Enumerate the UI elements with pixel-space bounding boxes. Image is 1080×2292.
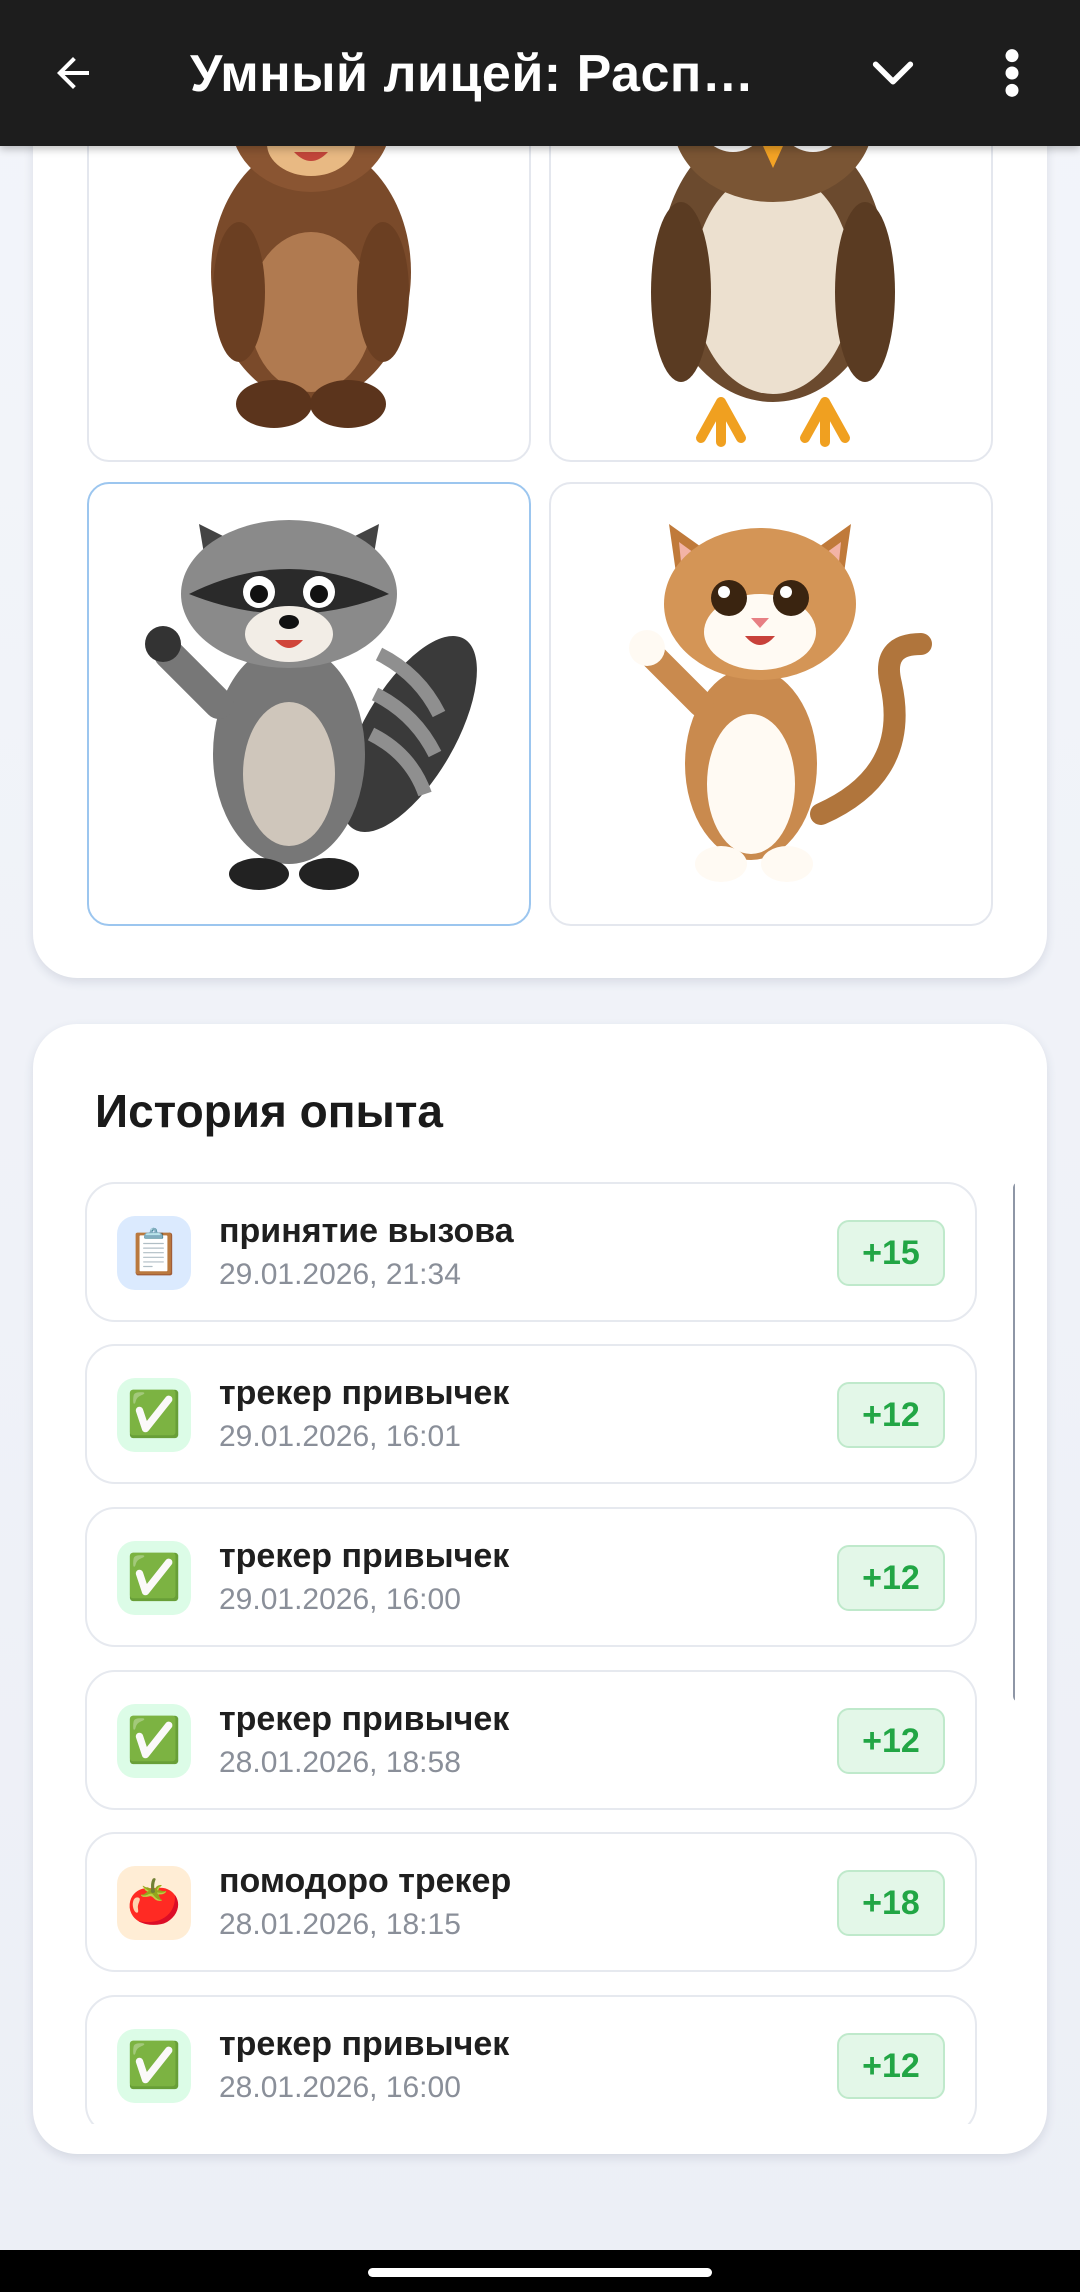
xp-badge: +15	[837, 1220, 945, 1286]
more-vert-icon	[1005, 49, 1019, 97]
chevron-down-icon	[872, 61, 914, 85]
activity-date: 29.01.2026, 21:34	[219, 1258, 461, 1291]
xp-badge: +12	[837, 2033, 945, 2099]
xp-badge: +18	[837, 1870, 945, 1936]
activity-date: 29.01.2026, 16:00	[219, 1583, 461, 1616]
check-mark-icon: ✅	[117, 1541, 191, 1615]
list-item: ✅ трекер привычек 29.01.2026, 16:00 +12	[85, 1507, 977, 1647]
activity-name: трекер привычек	[219, 1374, 510, 1412]
check-mark-icon: ✅	[117, 1378, 191, 1452]
clipboard-icon: 📋	[117, 1216, 191, 1290]
activity-name: помодоро трекер	[219, 1862, 512, 1900]
xp-badge: +12	[837, 1382, 945, 1448]
section-title: История опыта	[95, 1085, 443, 1137]
activity-date: 29.01.2026, 16:01	[219, 1420, 461, 1453]
avatar-card	[33, 60, 1047, 978]
activity-name: трекер привычек	[219, 1700, 510, 1738]
activity-name: принятие вызова	[219, 1212, 514, 1250]
avatar-option-raccoon[interactable]	[87, 482, 531, 926]
activity-name: трекер привычек	[219, 1537, 510, 1575]
xp-history-list[interactable]: 📋 принятие вызова 29.01.2026, 21:34 +15 …	[85, 1182, 1015, 2124]
xp-badge: +12	[837, 1545, 945, 1611]
activity-date: 28.01.2026, 18:58	[219, 1746, 461, 1779]
list-item: ✅ трекер привычек 28.01.2026, 16:00 +12	[85, 1995, 977, 2124]
activity-name: трекер привычек	[219, 2025, 510, 2063]
list-item: ✅ трекер привычек 28.01.2026, 18:58 +12	[85, 1670, 977, 1810]
top-app-bar: Умный лицей: Распис…	[0, 0, 1080, 146]
scrollbar-thumb[interactable]	[1013, 1182, 1015, 1702]
raccoon-illustration	[145, 520, 477, 890]
check-mark-icon: ✅	[117, 1704, 191, 1778]
activity-date: 28.01.2026, 16:00	[219, 2071, 461, 2104]
more-options-button[interactable]	[986, 40, 1038, 106]
arrow-back-icon	[57, 57, 89, 89]
expand-button[interactable]	[860, 40, 926, 106]
activity-date: 28.01.2026, 18:15	[219, 1908, 461, 1941]
home-gesture-handle[interactable]	[368, 2268, 712, 2277]
xp-history-card: История опыта 📋 принятие вызова 29.01.20…	[33, 1024, 1047, 2154]
list-item: 🍅 помодоро трекер 28.01.2026, 18:15 +18	[85, 1832, 977, 1972]
back-button[interactable]	[40, 40, 106, 106]
list-item: ✅ трекер привычек 29.01.2026, 16:01 +12	[85, 1344, 977, 1484]
check-mark-icon: ✅	[117, 2029, 191, 2103]
avatar-option-cat[interactable]	[549, 482, 993, 926]
cat-illustration	[629, 524, 932, 882]
xp-badge: +12	[837, 1708, 945, 1774]
tomato-icon: 🍅	[117, 1866, 191, 1940]
page-title: Умный лицей: Распис…	[190, 45, 780, 103]
system-nav-bar	[0, 2250, 1080, 2292]
list-item: 📋 принятие вызова 29.01.2026, 21:34 +15	[85, 1182, 977, 1322]
screen: Умный лицей: Распис… История опыта 📋 при…	[0, 0, 1080, 2292]
